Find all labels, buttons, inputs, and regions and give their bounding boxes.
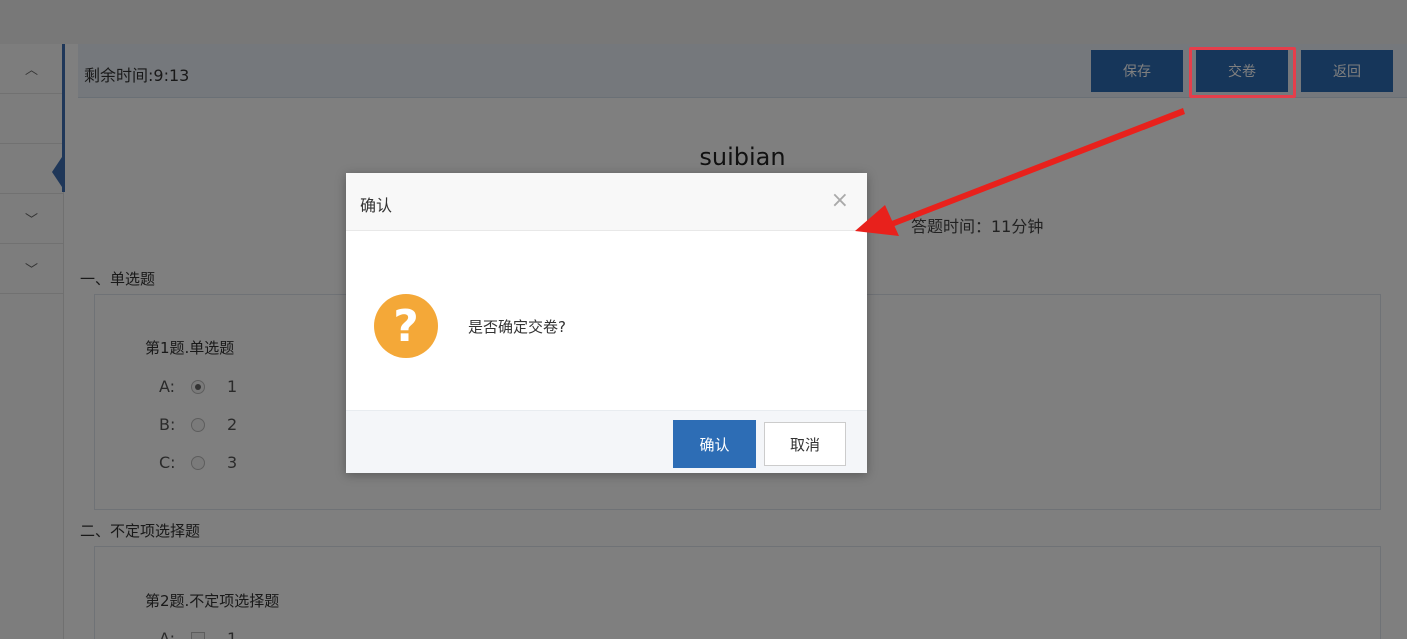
question-mark-icon: ? bbox=[374, 294, 438, 358]
dialog-message: 是否确定交卷? bbox=[468, 318, 566, 336]
close-icon[interactable]: × bbox=[831, 188, 849, 213]
dialog-title: 确认 bbox=[360, 196, 393, 215]
dialog-header: 确认 × bbox=[346, 173, 867, 231]
confirm-dialog: 确认 × ? 是否确定交卷? 确认 取消 bbox=[346, 173, 867, 473]
confirm-button[interactable]: 确认 bbox=[673, 420, 756, 468]
dialog-footer: 确认 取消 bbox=[346, 410, 867, 473]
cancel-button[interactable]: 取消 bbox=[764, 422, 846, 466]
annotation-highlight-box bbox=[1189, 47, 1296, 98]
